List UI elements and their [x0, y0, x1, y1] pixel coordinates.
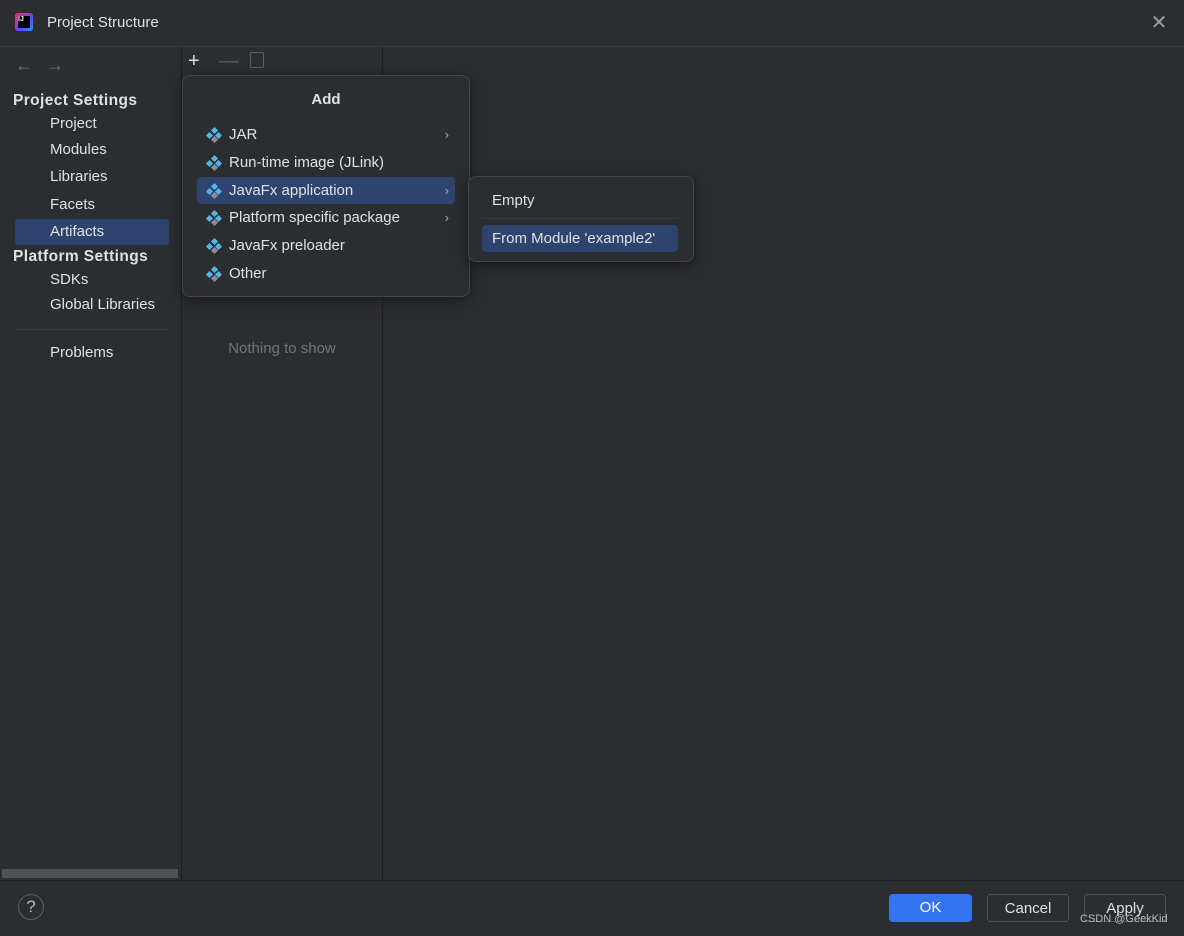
- ok-button[interactable]: OK: [889, 894, 972, 922]
- chevron-right-icon: ›: [444, 127, 449, 142]
- artifact-icon: [205, 237, 223, 255]
- artifact-icon: [205, 126, 223, 144]
- menu-item-other[interactable]: Other: [197, 260, 455, 287]
- help-button[interactable]: ?: [18, 894, 44, 920]
- arrow-left-icon[interactable]: ←: [15, 55, 33, 76]
- sidebar-item-modules[interactable]: Modules: [15, 137, 169, 163]
- arrow-right-icon[interactable]: →: [46, 55, 64, 76]
- horizontal-scrollbar[interactable]: [2, 869, 178, 878]
- remove-icon[interactable]: —: [219, 50, 239, 73]
- intellij-idea-icon: [15, 13, 33, 31]
- sidebar-item-facets[interactable]: Facets: [15, 192, 169, 218]
- menu-item-javafx-preloader[interactable]: JavaFx preloader: [197, 232, 455, 259]
- artifact-icon: [205, 209, 223, 227]
- artifact-icon: [205, 182, 223, 200]
- submenu-item-from-module[interactable]: From Module 'example2': [482, 225, 678, 252]
- submenu-divider: [482, 218, 678, 219]
- section-project-settings: Project Settings: [13, 92, 138, 109]
- chevron-right-icon: ›: [444, 183, 449, 198]
- menu-item-runtime-image[interactable]: Run-time image (JLink): [197, 149, 455, 176]
- copy-icon[interactable]: [250, 52, 264, 68]
- sidebar-item-project[interactable]: Project: [15, 111, 169, 137]
- watermark: CSDN @GeekKid: [1080, 913, 1168, 925]
- add-menu-title: Add: [311, 91, 341, 108]
- sidebar-item-global-libraries[interactable]: Global Libraries: [15, 292, 169, 318]
- title-bar: Project Structure ✕: [0, 0, 1184, 47]
- sidebar-item-artifacts[interactable]: Artifacts: [15, 219, 169, 245]
- chevron-right-icon: ›: [444, 210, 449, 225]
- menu-item-javafx-application[interactable]: JavaFx application ›: [197, 177, 455, 204]
- menu-item-jar[interactable]: JAR ›: [197, 121, 455, 148]
- add-menu-popup: Add JAR › Run-time image (JLink) JavaFx …: [182, 75, 470, 297]
- window-title: Project Structure: [47, 14, 159, 31]
- empty-list-text: Nothing to show: [228, 340, 336, 357]
- add-icon[interactable]: +: [188, 50, 200, 73]
- sidebar-item-problems[interactable]: Problems: [15, 340, 169, 366]
- sidebar-divider: [15, 329, 169, 330]
- sidebar-item-libraries[interactable]: Libraries: [15, 164, 169, 190]
- artifact-icon: [205, 154, 223, 172]
- submenu-item-empty[interactable]: Empty: [482, 187, 678, 214]
- cancel-button[interactable]: Cancel: [987, 894, 1069, 922]
- section-platform-settings: Platform Settings: [13, 248, 149, 265]
- close-icon[interactable]: ✕: [1150, 13, 1168, 33]
- artifact-icon: [205, 265, 223, 283]
- menu-item-platform-package[interactable]: Platform specific package ›: [197, 204, 455, 231]
- javafx-submenu: Empty From Module 'example2': [468, 176, 694, 262]
- sidebar-item-sdks[interactable]: SDKs: [15, 267, 169, 293]
